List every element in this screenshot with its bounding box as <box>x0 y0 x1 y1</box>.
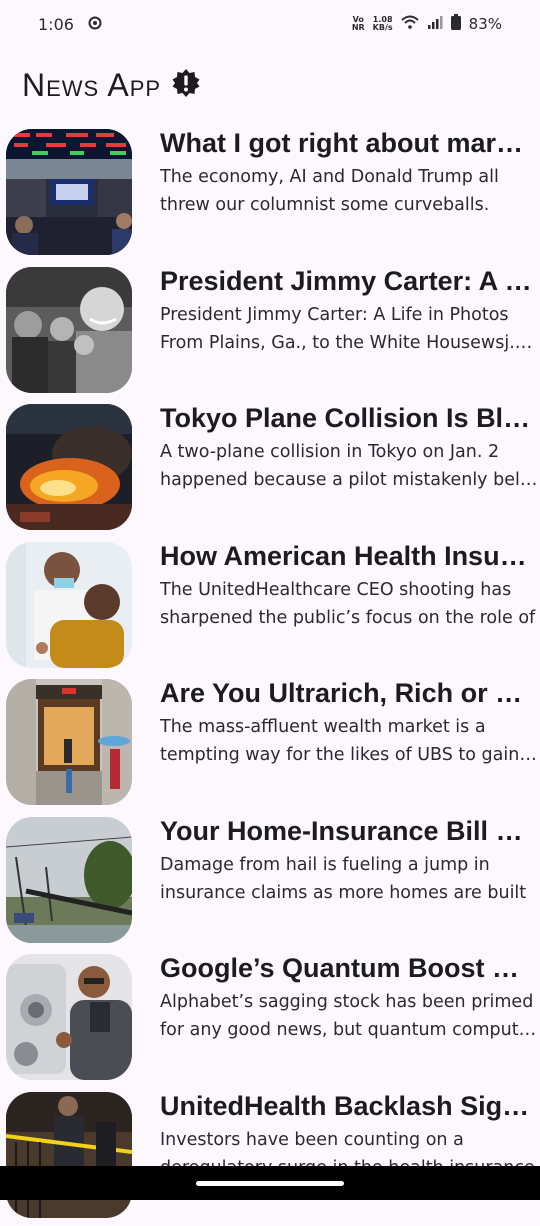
article-description: Damage from hail is fueling a jump in in… <box>160 851 538 907</box>
article-description: The mass-affluent wealth market is a tem… <box>160 713 538 769</box>
signal-icon <box>427 15 443 33</box>
article-description: A two-plane collision in Tokyo on Jan. 2… <box>160 438 538 494</box>
article-title: UnitedHealth Backlash Signals Trouble <box>160 1089 536 1123</box>
article-item[interactable]: Are You Ultrarich, Rich or Merely Afflue… <box>0 676 540 814</box>
app-header: News App <box>22 62 201 108</box>
battery-level: 83% <box>469 15 502 33</box>
article-description: Alphabet’s sagging stock has been primed… <box>160 988 538 1044</box>
article-title: Tokyo Plane Collision Is Blamed on Pilot <box>160 401 536 435</box>
plane-fire-photo <box>6 404 132 530</box>
article-title: Google’s Quantum Boost Doesn’t Last <box>160 951 536 985</box>
article-description: The UnitedHealthcare CEO shooting has sh… <box>160 576 538 632</box>
network-speed: 1.08KB/s <box>373 16 393 32</box>
doctor-patient-photo <box>6 542 132 668</box>
status-bar: 1:06 VoNR 1.08KB/s 83% <box>0 0 540 48</box>
stock-exchange-photo <box>6 129 132 255</box>
clock: 1:06 <box>38 15 74 34</box>
notification-icon <box>88 15 102 34</box>
page-title: News App <box>22 67 161 104</box>
alert-badge-icon[interactable] <box>171 68 201 103</box>
wifi-icon <box>401 15 419 33</box>
article-item[interactable]: Tokyo Plane Collision Is Blamed on Pilot… <box>0 401 540 539</box>
article-title: Your Home-Insurance Bill Has Been Rising <box>160 814 536 848</box>
article-list: What I got right about markets in 2024 T… <box>0 126 540 1226</box>
storm-damage-photo <box>6 817 132 943</box>
article-item[interactable]: President Jimmy Carter: A Life in Photos… <box>0 264 540 402</box>
article-item[interactable]: What I got right about markets in 2024 T… <box>0 126 540 264</box>
article-description: The economy, AI and Donald Trump all thr… <box>160 163 538 219</box>
article-item[interactable]: Google’s Quantum Boost Doesn’t Last Alph… <box>0 951 540 1089</box>
article-item[interactable]: Your Home-Insurance Bill Has Been Rising… <box>0 814 540 952</box>
article-item[interactable]: UnitedHealth Backlash Signals Trouble In… <box>0 1089 540 1226</box>
jimmy-carter-photo <box>6 267 132 393</box>
article-title: What I got right about markets in 2024 <box>160 126 536 160</box>
battery-icon <box>451 14 461 34</box>
article-title: Are You Ultrarich, Rich or Merely Afflue… <box>160 676 536 710</box>
article-title: President Jimmy Carter: A Life in Photos <box>160 264 536 298</box>
article-title: How American Health Insurance Works <box>160 539 536 573</box>
volte-indicator: VoNR <box>352 16 365 32</box>
system-navigation-bar <box>0 1166 540 1200</box>
ubs-building-photo <box>6 679 132 805</box>
google-ceo-photo <box>6 954 132 1080</box>
article-item[interactable]: How American Health Insurance Works The … <box>0 539 540 677</box>
home-gesture-handle[interactable] <box>196 1181 344 1186</box>
article-description: President Jimmy Carter: A Life in Photos… <box>160 301 538 357</box>
